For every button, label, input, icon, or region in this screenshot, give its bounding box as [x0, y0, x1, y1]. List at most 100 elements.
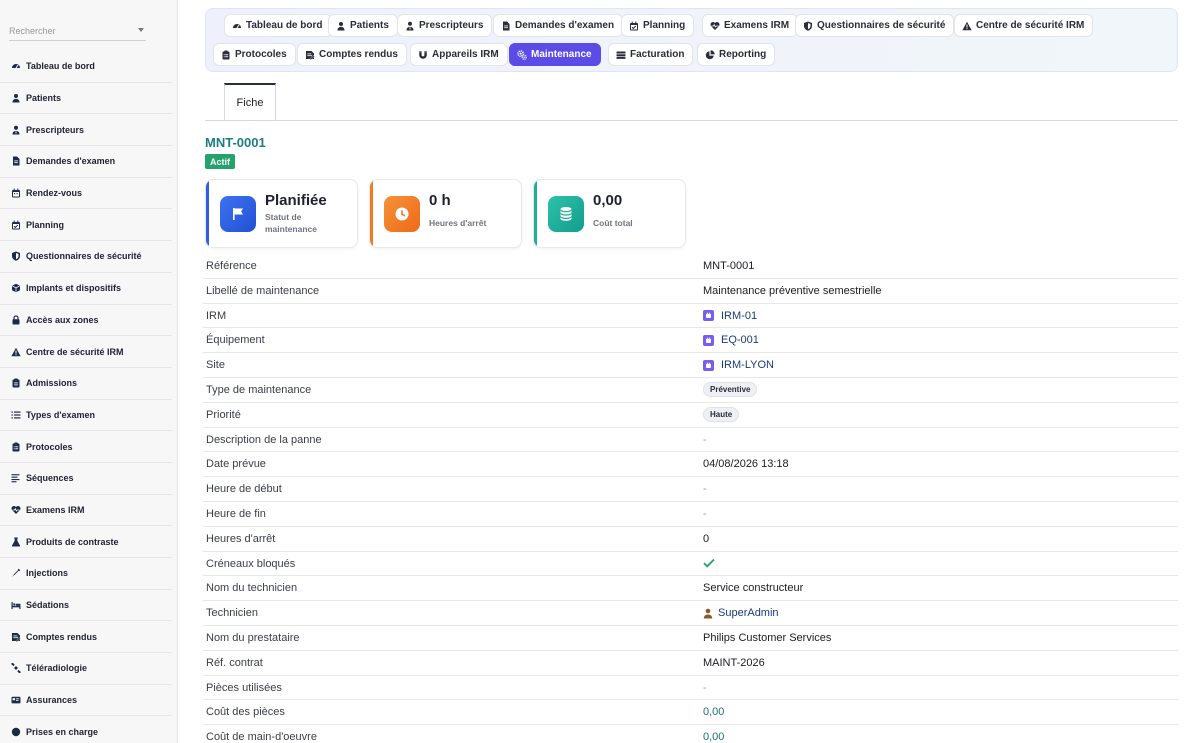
sidebar-item-label: Centre de sécurité IRM	[26, 346, 124, 357]
dashboard-icon	[232, 21, 242, 31]
chevron-down-icon[interactable]	[138, 28, 144, 32]
tab-label: Appareils IRM	[432, 49, 499, 60]
sidebar-item-implants-et-dispositifs[interactable]: Implants et dispositifs	[0, 273, 172, 305]
tab-questionnaires-de-securite[interactable]: Questionnaires de sécurité	[795, 14, 955, 37]
tab-label: Patients	[350, 20, 389, 31]
sidebar-item-label: Types d'examen	[26, 409, 96, 420]
sidebar-item-rendez-vous[interactable]: Rendez-vous	[0, 178, 172, 210]
detail-value-link[interactable]: EQ-001	[703, 334, 759, 346]
file-icon	[10, 156, 21, 167]
sidebar-item-acces-aux-zones[interactable]: Accès aux zones	[0, 305, 172, 337]
stat-label: Heures d'arrêt	[429, 218, 487, 228]
sidebar-item-sedations[interactable]: Sédations	[0, 590, 172, 622]
tab-tableau-de-bord[interactable]: Tableau de bord	[224, 14, 332, 37]
calendar-check-icon	[10, 219, 21, 230]
stat-value: 0,00	[593, 192, 623, 209]
doctor-icon	[10, 124, 21, 135]
sidebar-item-patients[interactable]: Patients	[0, 83, 172, 115]
link-text[interactable]: SuperAdmin	[718, 607, 779, 619]
sidebar-item-questionnaires-de-securite[interactable]: Questionnaires de sécurité	[0, 241, 172, 273]
detail-value: -	[703, 681, 707, 694]
sidebar-item-centre-de-securite-irm[interactable]: Centre de sécurité IRM	[0, 336, 172, 368]
tab-planning[interactable]: Planning	[621, 14, 695, 37]
detail-label: Type de maintenance	[206, 383, 312, 396]
tab-maintenance[interactable]: Maintenance	[509, 43, 601, 66]
sidebar-item-label: Protocoles	[26, 441, 73, 452]
tab-label: Protocoles	[235, 49, 287, 60]
link-text[interactable]: EQ-001	[721, 334, 759, 346]
sidebar-item-injections[interactable]: Injections	[0, 558, 172, 590]
tab-fiche[interactable]: Fiche	[224, 83, 276, 121]
sidebar-item-label: Sédations	[26, 600, 70, 611]
tab-examens-irm[interactable]: Examens IRM	[702, 14, 799, 37]
tab-reporting[interactable]: Reporting	[697, 43, 776, 66]
detail-label: Coût de main-d'oeuvre	[206, 731, 317, 743]
tab-patients[interactable]: Patients	[328, 14, 398, 37]
sidebar-item-types-d-examen[interactable]: Types d'examen	[0, 400, 172, 432]
tab-protocoles[interactable]: Protocoles	[213, 43, 296, 66]
sidebar-item-produits-de-contraste[interactable]: Produits de contraste	[0, 526, 172, 558]
detail-label: Priorité	[206, 408, 241, 421]
tab-centre-de-securite-irm[interactable]: Centre de sécurité IRM	[954, 14, 1094, 37]
sidebar-item-assurances[interactable]: Assurances	[0, 685, 172, 717]
sidebar-item-examens-irm[interactable]: Examens IRM	[0, 495, 172, 527]
sidebar-item-label: Rendez-vous	[26, 188, 83, 199]
box-icon	[10, 283, 21, 294]
link-text[interactable]: IRM-01	[721, 310, 757, 322]
sidebar-item-comptes-rendus[interactable]: Comptes rendus	[0, 621, 172, 654]
card-icon	[10, 695, 21, 706]
circle-icon	[10, 726, 21, 737]
detail-value: -	[703, 507, 707, 520]
sidebar-item-planning[interactable]: Planning	[0, 209, 172, 242]
detail-row: Priorité Haute	[203, 403, 1178, 428]
tab-appareils-irm[interactable]: Appareils IRM	[410, 43, 508, 66]
detail-value-link[interactable]: IRM-LYON	[703, 359, 774, 371]
search-input[interactable]	[9, 26, 129, 36]
tab-label: Planning	[643, 20, 686, 31]
sidebar-item-prises-en-charge[interactable]: Prises en charge	[0, 716, 172, 743]
tab-label: Centre de sécurité IRM	[976, 20, 1085, 31]
warning-icon	[962, 21, 972, 31]
heartbeat-icon	[10, 504, 21, 515]
sidebar-item-teleradiologie[interactable]: Téléradiologie	[0, 653, 172, 685]
file-icon	[501, 21, 511, 31]
sidebar-item-label: Demandes d'examen	[26, 156, 116, 167]
tab-comptes-rendus[interactable]: Comptes rendus	[297, 43, 407, 66]
tab-facturation[interactable]: Facturation	[608, 43, 694, 66]
check-icon	[703, 558, 715, 568]
sidebar-item-label: Injections	[26, 568, 69, 579]
sidebar-item-tableau-de-bord[interactable]: Tableau de bord	[0, 51, 172, 83]
detail-row: Nom du technicien Service constructeur	[203, 576, 1178, 602]
sidebar-item-protocoles[interactable]: Protocoles	[0, 431, 172, 463]
top-nav: Tableau de bord Patients Prescripteurs Dema…	[205, 8, 1178, 72]
sidebar-item-demandes-d-examen[interactable]: Demandes d'examen	[0, 146, 172, 178]
tab-label: Examens IRM	[724, 20, 790, 31]
tab-divider	[205, 120, 1178, 121]
link-text[interactable]: IRM-LYON	[721, 359, 774, 371]
detail-label: Équipement	[206, 334, 265, 347]
sidebar-item-label: Questionnaires de sécurité	[26, 251, 142, 262]
stat-card: 0,00 Coût total	[533, 179, 686, 248]
detail-label: Créneaux bloqués	[206, 557, 296, 570]
tab-label: Facturation	[630, 49, 685, 60]
sidebar-item-sequences[interactable]: Séquences	[0, 463, 172, 495]
sidebar-item-label: Prescripteurs	[26, 124, 85, 135]
doctor-icon	[405, 21, 415, 31]
tab-demandes-d-examen[interactable]: Demandes d'examen	[493, 14, 624, 37]
sidebar-item-admissions[interactable]: Admissions	[0, 368, 172, 400]
chart-pie-icon	[705, 49, 715, 60]
sidebar-search[interactable]	[9, 21, 146, 41]
detail-table: Référence MNT-0001 Libellé de maintenance M…	[203, 254, 1178, 743]
detail-value-user[interactable]: SuperAdmin	[703, 607, 779, 619]
lock-icon	[10, 314, 21, 325]
tab-prescripteurs[interactable]: Prescripteurs	[397, 14, 493, 37]
magnet-icon	[418, 50, 428, 60]
sidebar-item-prescripteurs[interactable]: Prescripteurs	[0, 114, 172, 147]
tab-label: Prescripteurs	[419, 20, 484, 31]
badge: Préventive	[703, 381, 758, 397]
stat-label: Statut de maintenance	[265, 212, 317, 234]
card-accent-bar	[534, 180, 537, 247]
detail-label: Nom du prestataire	[206, 631, 300, 644]
detail-value-link[interactable]: IRM-01	[703, 310, 757, 322]
detail-label: Heures d'arrêt	[206, 532, 276, 545]
